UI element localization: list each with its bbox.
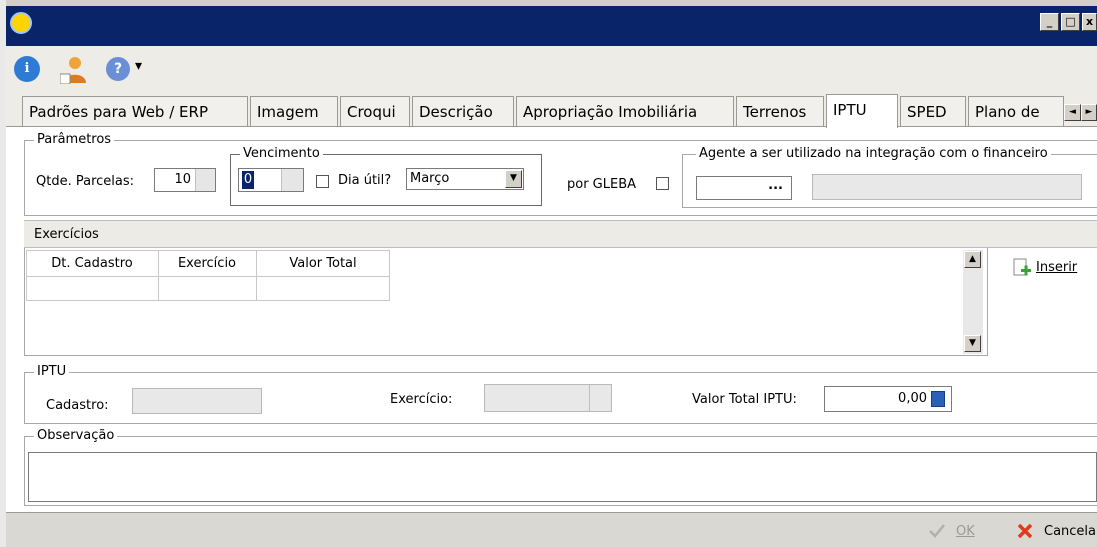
inserir-button[interactable]: Inserir xyxy=(1008,256,1097,280)
observacao-legend: Observação xyxy=(34,428,118,443)
grid-divider xyxy=(26,276,390,277)
tab-scroll-left-button[interactable]: ◄ xyxy=(1064,104,1081,121)
vencimento-month-value: Março xyxy=(410,171,450,186)
vencimento-day-value: 0 xyxy=(242,171,254,189)
valor-total-iptu-label: Valor Total IPTU: xyxy=(692,392,797,407)
add-document-icon xyxy=(1013,258,1031,276)
vencimento-day-stepper[interactable]: 0 xyxy=(238,168,304,192)
cancel-label: Cancela xyxy=(1044,524,1097,539)
info-icon[interactable]: i xyxy=(14,56,40,82)
tab-terrenos[interactable]: Terrenos xyxy=(736,96,824,126)
close-button[interactable]: x xyxy=(1082,13,1097,31)
tab-plano-de[interactable]: Plano de xyxy=(968,96,1064,126)
minimize-button[interactable]: _ xyxy=(1040,13,1059,31)
agente-lookup-button[interactable]: ... xyxy=(768,178,783,193)
dia-util-label: Dia útil? xyxy=(338,173,392,188)
maximize-button[interactable]: □ xyxy=(1061,13,1080,31)
column-header-exercicio[interactable]: Exercício xyxy=(158,256,256,271)
iptu-exercicio-stepper xyxy=(484,384,612,412)
agente-code-input[interactable]: ... xyxy=(696,176,792,200)
agente-legend: Agente a ser utilizado na integração com… xyxy=(696,146,1051,161)
exercicios-bar xyxy=(24,220,1097,248)
title-bar[interactable] xyxy=(6,6,1097,46)
tab-croqui[interactable]: Croqui xyxy=(340,96,410,126)
calculator-icon[interactable] xyxy=(931,391,945,407)
tab-descricao[interactable]: Descrição xyxy=(412,96,514,126)
column-header-valor-total[interactable]: Valor Total xyxy=(256,256,390,271)
exercicios-title: Exercícios xyxy=(34,227,99,242)
qtde-parcelas-value: 10 xyxy=(174,172,191,187)
valor-total-iptu-field[interactable]: 0,00 xyxy=(824,386,952,412)
tab-iptu[interactable]: IPTU xyxy=(826,94,898,128)
dia-util-checkbox[interactable] xyxy=(316,175,329,188)
toolbar xyxy=(6,46,1097,92)
scroll-up-button[interactable]: ▲ xyxy=(964,251,981,268)
cadastro-field xyxy=(132,388,262,414)
help-dropdown-icon[interactable]: ▾ xyxy=(135,58,142,74)
ok-button[interactable]: OK xyxy=(928,520,988,542)
qtde-parcelas-label: Qtde. Parcelas: xyxy=(36,174,135,189)
close-icon xyxy=(1017,523,1033,539)
por-gleba-checkbox[interactable] xyxy=(656,177,669,190)
agente-name-field xyxy=(812,174,1082,200)
ok-label: OK xyxy=(956,524,975,539)
column-header-dt-cadastro[interactable]: Dt. Cadastro xyxy=(26,256,158,271)
cancel-button[interactable]: Cancela xyxy=(1016,520,1097,542)
parametros-legend: Parâmetros xyxy=(34,132,115,147)
vencimento-legend: Vencimento xyxy=(240,146,323,161)
iptu-exercicio-spin-button xyxy=(589,385,611,411)
qtde-parcelas-spin-button[interactable] xyxy=(195,169,215,191)
tab-apropriacao-imobiliaria[interactable]: Apropriação Imobiliária xyxy=(516,96,734,126)
tab-padroes-web-erp[interactable]: Padrões para Web / ERP xyxy=(22,96,248,126)
scroll-down-button[interactable]: ▼ xyxy=(964,335,981,352)
iptu-legend: IPTU xyxy=(34,364,70,379)
tab-imagem[interactable]: Imagem xyxy=(250,96,338,126)
tab-sped[interactable]: SPED xyxy=(900,96,966,126)
inserir-label: Inserir xyxy=(1036,260,1078,275)
cadastro-label: Cadastro: xyxy=(46,398,109,413)
app-icon xyxy=(10,12,32,34)
iptu-exercicio-label: Exercício: xyxy=(390,392,453,407)
observacao-textarea[interactable] xyxy=(28,452,1097,502)
help-icon[interactable]: ? xyxy=(106,57,130,81)
chevron-down-icon[interactable]: ▼ xyxy=(505,170,522,188)
valor-total-iptu-value: 0,00 xyxy=(898,391,927,406)
tab-scroll-right-button[interactable]: ► xyxy=(1081,104,1097,121)
checkmark-icon xyxy=(929,524,945,538)
vencimento-month-select[interactable]: Março ▼ xyxy=(406,168,524,190)
qtde-parcelas-stepper[interactable]: 10 xyxy=(154,168,216,192)
user-icon[interactable] xyxy=(59,54,90,85)
vencimento-day-spin-button[interactable] xyxy=(281,169,303,191)
por-gleba-label: por GLEBA xyxy=(567,177,637,192)
